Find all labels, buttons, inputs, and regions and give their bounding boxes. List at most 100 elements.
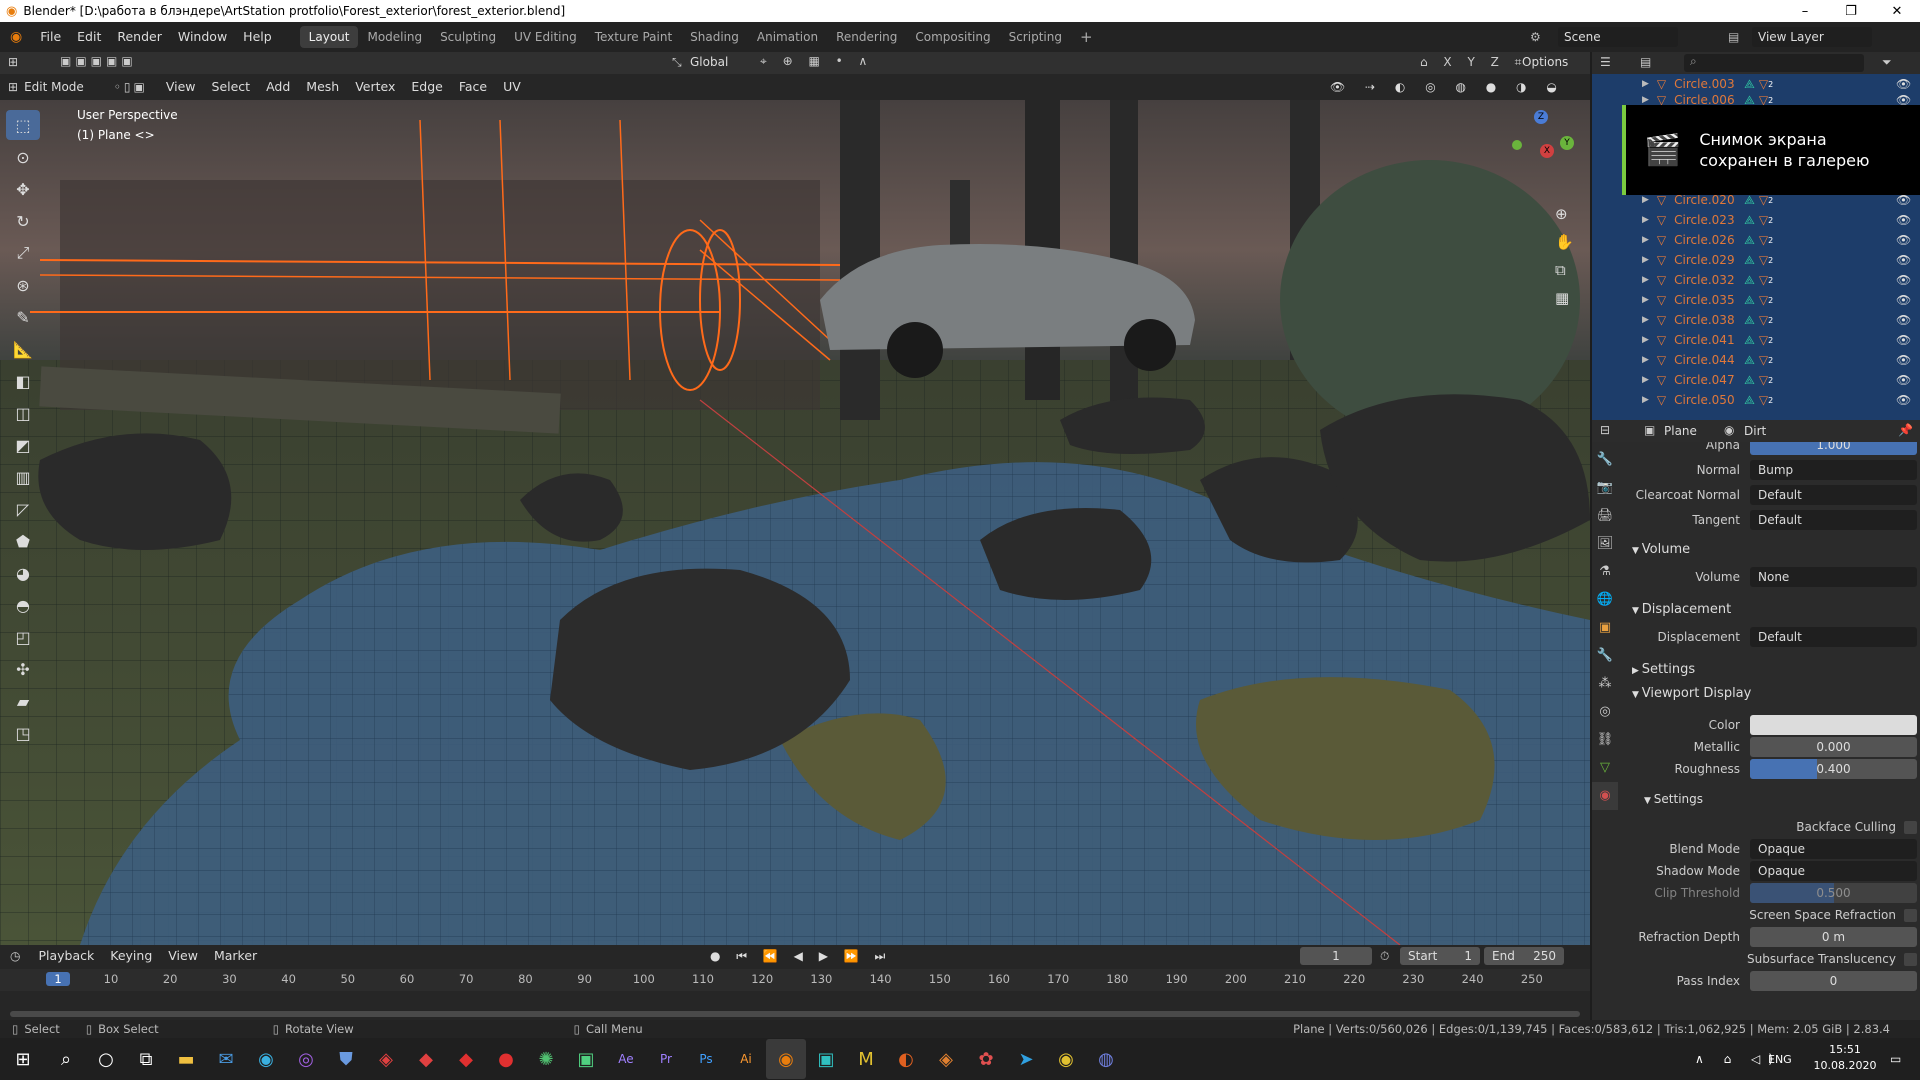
- tab-texture-paint[interactable]: Texture Paint: [586, 26, 681, 48]
- outliner-row[interactable]: ▶ ▽ Circle.023 ⟁ ▽ 2 👁: [1592, 210, 1920, 230]
- maximize-button[interactable]: ❐: [1828, 0, 1874, 22]
- smooth-tool-icon[interactable]: ◓: [6, 590, 40, 620]
- chrome-icon[interactable]: ◉: [1046, 1039, 1086, 1079]
- select-tool-icon[interactable]: ⬚: [6, 110, 40, 140]
- filter-icon[interactable]: ⏷: [1882, 55, 1892, 70]
- app-orange-icon[interactable]: ◐: [886, 1039, 926, 1079]
- volume-panel-header[interactable]: ▼ Volume: [1632, 542, 1690, 557]
- menu-select[interactable]: Select: [204, 74, 259, 100]
- object-tab-icon[interactable]: ▣: [1592, 614, 1618, 642]
- file-explorer-icon[interactable]: ▬: [166, 1039, 206, 1079]
- expand-icon[interactable]: ▶: [1642, 195, 1649, 205]
- render-tab-icon[interactable]: 📷: [1592, 474, 1618, 502]
- scale-tool-icon[interactable]: ⤢: [6, 238, 40, 268]
- marvelous-icon[interactable]: M: [846, 1039, 886, 1079]
- visibility-eye-icon[interactable]: 👁: [1896, 313, 1911, 327]
- clip-threshold-field[interactable]: 0.500: [1750, 883, 1917, 903]
- discord-icon[interactable]: ◍: [1086, 1039, 1126, 1079]
- playback-controls[interactable]: ● ⏮ ⏪ ◀ ▶ ⏩ ⏭: [710, 949, 891, 964]
- sub-settings-panel-header[interactable]: ▼ Settings: [1644, 792, 1703, 807]
- ortho-grid-icon[interactable]: ▦: [1555, 284, 1579, 312]
- material-tab-icon[interactable]: ◉: [1592, 782, 1618, 810]
- expand-icon[interactable]: ▶: [1642, 235, 1649, 245]
- expand-icon[interactable]: ▶: [1642, 315, 1649, 325]
- spin-tool-icon[interactable]: ◕: [6, 558, 40, 588]
- close-button[interactable]: ✕: [1874, 0, 1920, 22]
- shrink-tool-icon[interactable]: ✣: [6, 654, 40, 684]
- task-view-icon[interactable]: ⧉: [126, 1039, 166, 1079]
- refraction-depth-field[interactable]: 0 m: [1750, 927, 1917, 947]
- cursor-tool-icon[interactable]: ⊙: [6, 142, 40, 172]
- menu-edge[interactable]: Edge: [403, 74, 450, 100]
- data-tab-icon[interactable]: ▽: [1592, 754, 1618, 782]
- view-layer-field[interactable]: View Layer: [1752, 27, 1872, 47]
- menu-view[interactable]: View: [158, 74, 204, 100]
- volume-field[interactable]: None: [1750, 567, 1917, 587]
- measure-tool-icon[interactable]: 📐: [6, 334, 40, 364]
- app-green-icon[interactable]: ✺: [526, 1039, 566, 1079]
- app-purple-icon[interactable]: ◎: [286, 1039, 326, 1079]
- view-layer-tab-icon[interactable]: 🖼: [1592, 530, 1618, 558]
- roughness-field[interactable]: 0.400: [1750, 759, 1917, 779]
- photoshop-icon[interactable]: Ps: [686, 1039, 726, 1079]
- gizmo-x[interactable]: X: [1540, 144, 1554, 158]
- tab-animation[interactable]: Animation: [748, 26, 827, 48]
- outliner-row[interactable]: ▶ ▽ Circle.047 ⟁ ▽ 2 👁: [1592, 370, 1920, 390]
- tab-compositing[interactable]: Compositing: [906, 26, 999, 48]
- timeline-editor-icon[interactable]: ◷: [0, 949, 30, 963]
- search-icon[interactable]: ⌕: [46, 1039, 86, 1079]
- rip-tool-icon[interactable]: ◳: [6, 718, 40, 748]
- shear-tool-icon[interactable]: ▰: [6, 686, 40, 716]
- tab-layout[interactable]: Layout: [299, 26, 359, 48]
- color-swatch[interactable]: [1750, 715, 1917, 735]
- gizmo-z[interactable]: Z: [1534, 110, 1548, 124]
- header-object[interactable]: Plane: [1664, 424, 1697, 438]
- expand-icon[interactable]: ▶: [1642, 295, 1649, 305]
- outliner-row[interactable]: ▶ ▽ Circle.038 ⟁ ▽ 2 👁: [1592, 310, 1920, 330]
- visibility-eye-icon[interactable]: 👁: [1896, 353, 1911, 367]
- expand-icon[interactable]: ▶: [1642, 395, 1649, 405]
- end-frame-field[interactable]: End 250: [1484, 947, 1564, 965]
- outliner-row[interactable]: ▶ ▽ Circle.026 ⟁ ▽ 2 👁: [1592, 230, 1920, 250]
- outliner-row[interactable]: ▶ ▽ Circle.035 ⟁ ▽ 2 👁: [1592, 290, 1920, 310]
- windows-start-icon[interactable]: ⊞: [0, 1039, 46, 1079]
- tab-rendering[interactable]: Rendering: [827, 26, 906, 48]
- figma-icon[interactable]: ✿: [966, 1039, 1006, 1079]
- rotate-tool-icon[interactable]: ↻: [6, 206, 40, 236]
- mail-icon[interactable]: ✉: [206, 1039, 246, 1079]
- scene-name-field[interactable]: Scene: [1558, 27, 1678, 47]
- tab-scripting[interactable]: Scripting: [1000, 26, 1071, 48]
- properties-editor-icon[interactable]: ⊟: [1600, 423, 1610, 437]
- screenshot-toast[interactable]: 🎬 Снимок экрана сохранен в галерею: [1622, 105, 1920, 195]
- menu-help[interactable]: Help: [235, 22, 280, 52]
- tool-tab-icon[interactable]: 🔧: [1592, 446, 1618, 474]
- blend-mode-dropdown[interactable]: Opaque: [1750, 839, 1917, 859]
- displacement-field[interactable]: Default: [1750, 627, 1917, 647]
- minimize-button[interactable]: –: [1782, 0, 1828, 22]
- world-tab-icon[interactable]: 🌐: [1592, 586, 1618, 614]
- modifier-tab-icon[interactable]: 🔧: [1592, 642, 1618, 670]
- particles-tab-icon[interactable]: ⁂: [1592, 670, 1618, 698]
- header-material[interactable]: Dirt: [1744, 424, 1766, 438]
- premiere-icon[interactable]: Pr: [646, 1039, 686, 1079]
- bevel-tool-icon[interactable]: ◩: [6, 430, 40, 460]
- normal-field[interactable]: Bump: [1750, 460, 1917, 480]
- visibility-eye-icon[interactable]: 👁: [1896, 77, 1911, 91]
- menu-edit[interactable]: Edit: [69, 22, 109, 52]
- menu-timeline-view[interactable]: View: [160, 945, 206, 967]
- visibility-eye-icon[interactable]: 👁: [1896, 333, 1911, 347]
- notifications-icon[interactable]: ▭: [1890, 1052, 1901, 1066]
- backface-culling-checkbox[interactable]: [1904, 820, 1917, 834]
- visibility-eye-icon[interactable]: 👁: [1896, 393, 1911, 407]
- viewport-display-panel-header[interactable]: ▼ Viewport Display: [1632, 686, 1751, 701]
- menu-playback[interactable]: Playback: [30, 945, 102, 967]
- extrude-tool-icon[interactable]: ◧: [6, 366, 40, 396]
- outliner-search-input[interactable]: ⌕: [1684, 54, 1864, 72]
- menu-uv[interactable]: UV: [495, 74, 529, 100]
- navigation-gizmo[interactable]: Z Y X: [1500, 110, 1580, 190]
- visibility-eye-icon[interactable]: 👁: [1896, 213, 1911, 227]
- transform-orientation-dropdown[interactable]: Global: [690, 55, 728, 69]
- blender-taskbar-icon[interactable]: ◉: [766, 1039, 806, 1079]
- camera-icon[interactable]: ⧉: [1555, 256, 1579, 284]
- pin-icon[interactable]: 📌: [1898, 423, 1913, 437]
